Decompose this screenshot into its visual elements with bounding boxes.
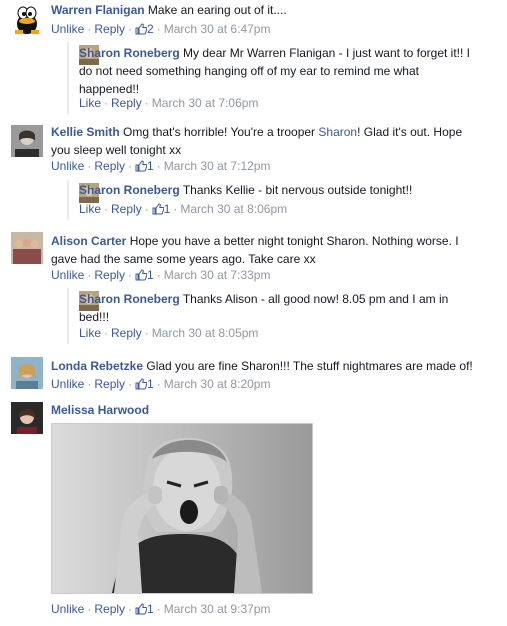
comment-body: Melissa Harwood: [51, 401, 491, 419]
reply-thread-line: [67, 42, 69, 114]
comment-author-link[interactable]: Alison Carter: [51, 234, 126, 248]
comment-actions: Unlike · Reply · 1 · March 30 at 7:33pm: [51, 268, 271, 282]
reply-body: Sharon Roneberg Thanks Alison - all good…: [79, 290, 469, 326]
reply-author-link[interactable]: Sharon Roneberg: [79, 46, 180, 60]
reply-link[interactable]: Reply: [111, 326, 142, 340]
reply-thread-line: [67, 180, 69, 220]
reply-link[interactable]: Reply: [94, 22, 125, 36]
comment-text: Omg that's horrible! You're a trooper: [123, 125, 316, 139]
reply-actions: Like · Reply · March 30 at 7:06pm: [79, 96, 259, 110]
avatar[interactable]: [11, 232, 43, 264]
unlike-link[interactable]: Unlike: [51, 22, 84, 36]
comment-text: Make an earing out of it....: [147, 3, 287, 17]
like-count[interactable]: 1: [135, 602, 154, 616]
like-link[interactable]: Like: [79, 202, 101, 216]
thumbs-up-icon: [135, 603, 148, 615]
comment-body: Warren Flanigan Make an earing out of it…: [51, 1, 491, 19]
thumbs-up-icon: [135, 23, 148, 35]
comment-author-link[interactable]: Londa Rebetzke: [51, 359, 143, 373]
reply-body: Sharon Roneberg My dear Mr Warren Flanig…: [79, 44, 479, 98]
avatar[interactable]: [11, 125, 43, 157]
reply-link[interactable]: Reply: [94, 602, 125, 616]
cartoon-duck-avatar-icon: [11, 4, 43, 36]
comment-body: Londa Rebetzke Glad you are fine Sharon!…: [51, 357, 491, 375]
profile-photo-icon: [11, 402, 43, 434]
comment-body: Alison Carter Hope you have a better nig…: [51, 232, 481, 268]
like-count[interactable]: 2: [135, 22, 154, 36]
profile-photo-icon: [11, 125, 43, 157]
like-count[interactable]: 1: [135, 268, 154, 282]
reply-link[interactable]: Reply: [94, 268, 125, 282]
thumbs-up-icon: [135, 160, 148, 172]
comment-photo[interactable]: [51, 423, 313, 594]
comment-author-link[interactable]: Melissa Harwood: [51, 403, 149, 417]
thumbs-up-icon: [135, 378, 148, 390]
profile-photo-icon: [11, 357, 43, 389]
reply-thread-line: [67, 288, 69, 344]
timestamp-link[interactable]: March 30 at 9:37pm: [164, 602, 271, 616]
reply-link[interactable]: Reply: [111, 96, 142, 110]
reply-link[interactable]: Reply: [94, 377, 125, 391]
timestamp-link[interactable]: March 30 at 8:06pm: [180, 202, 287, 216]
unlike-link[interactable]: Unlike: [51, 377, 84, 391]
comment-author-link[interactable]: Warren Flanigan: [51, 3, 145, 17]
comment-actions: Unlike · Reply · 1 · March 30 at 8:20pm: [51, 377, 271, 391]
reply-text: Thanks Kellie - bit nervous outside toni…: [182, 183, 413, 197]
reply-actions: Like · Reply · 1 · March 30 at 8:06pm: [79, 202, 288, 216]
reply-body: Sharon Roneberg Thanks Kellie - bit nerv…: [79, 181, 479, 199]
thumbs-up-icon: [135, 269, 148, 281]
reply-link[interactable]: Reply: [111, 202, 142, 216]
mention-link[interactable]: Sharon: [318, 125, 357, 139]
profile-photo-icon: [11, 232, 43, 264]
reply-actions: Like · Reply · March 30 at 8:05pm: [79, 326, 259, 340]
timestamp-link[interactable]: March 30 at 7:33pm: [164, 268, 271, 282]
photo-woman-covering-ears-icon: [52, 424, 312, 593]
comment-actions: Unlike · Reply · 2 · March 30 at 6:47pm: [51, 22, 271, 36]
like-link[interactable]: Like: [79, 96, 101, 110]
like-count[interactable]: 1: [152, 202, 170, 216]
comment-author-link[interactable]: Kellie Smith: [51, 125, 120, 139]
reply-author-link[interactable]: Sharon Roneberg: [79, 292, 180, 306]
avatar[interactable]: [11, 4, 43, 36]
like-count[interactable]: 1: [135, 159, 154, 173]
comment-actions: Unlike · Reply · 1 · March 30 at 9:37pm: [51, 602, 271, 616]
timestamp-link[interactable]: March 30 at 8:20pm: [164, 377, 271, 391]
like-link[interactable]: Like: [79, 326, 101, 340]
timestamp-link[interactable]: March 30 at 6:47pm: [164, 22, 271, 36]
avatar[interactable]: [11, 402, 43, 434]
comment-text: Glad you are fine Sharon!!! The stuff ni…: [146, 359, 473, 373]
avatar[interactable]: [11, 357, 43, 389]
timestamp-link[interactable]: March 30 at 8:05pm: [152, 326, 259, 340]
reply-author-link[interactable]: Sharon Roneberg: [79, 183, 180, 197]
reply-link[interactable]: Reply: [94, 159, 125, 173]
like-count[interactable]: 1: [135, 377, 154, 391]
timestamp-link[interactable]: March 30 at 7:06pm: [152, 96, 259, 110]
timestamp-link[interactable]: March 30 at 7:12pm: [164, 159, 271, 173]
unlike-link[interactable]: Unlike: [51, 602, 84, 616]
comment-body: Kellie Smith Omg that's horrible! You're…: [51, 123, 481, 159]
unlike-link[interactable]: Unlike: [51, 268, 84, 282]
unlike-link[interactable]: Unlike: [51, 159, 84, 173]
thumbs-up-icon: [152, 203, 164, 215]
comment-actions: Unlike · Reply · 1 · March 30 at 7:12pm: [51, 159, 271, 173]
